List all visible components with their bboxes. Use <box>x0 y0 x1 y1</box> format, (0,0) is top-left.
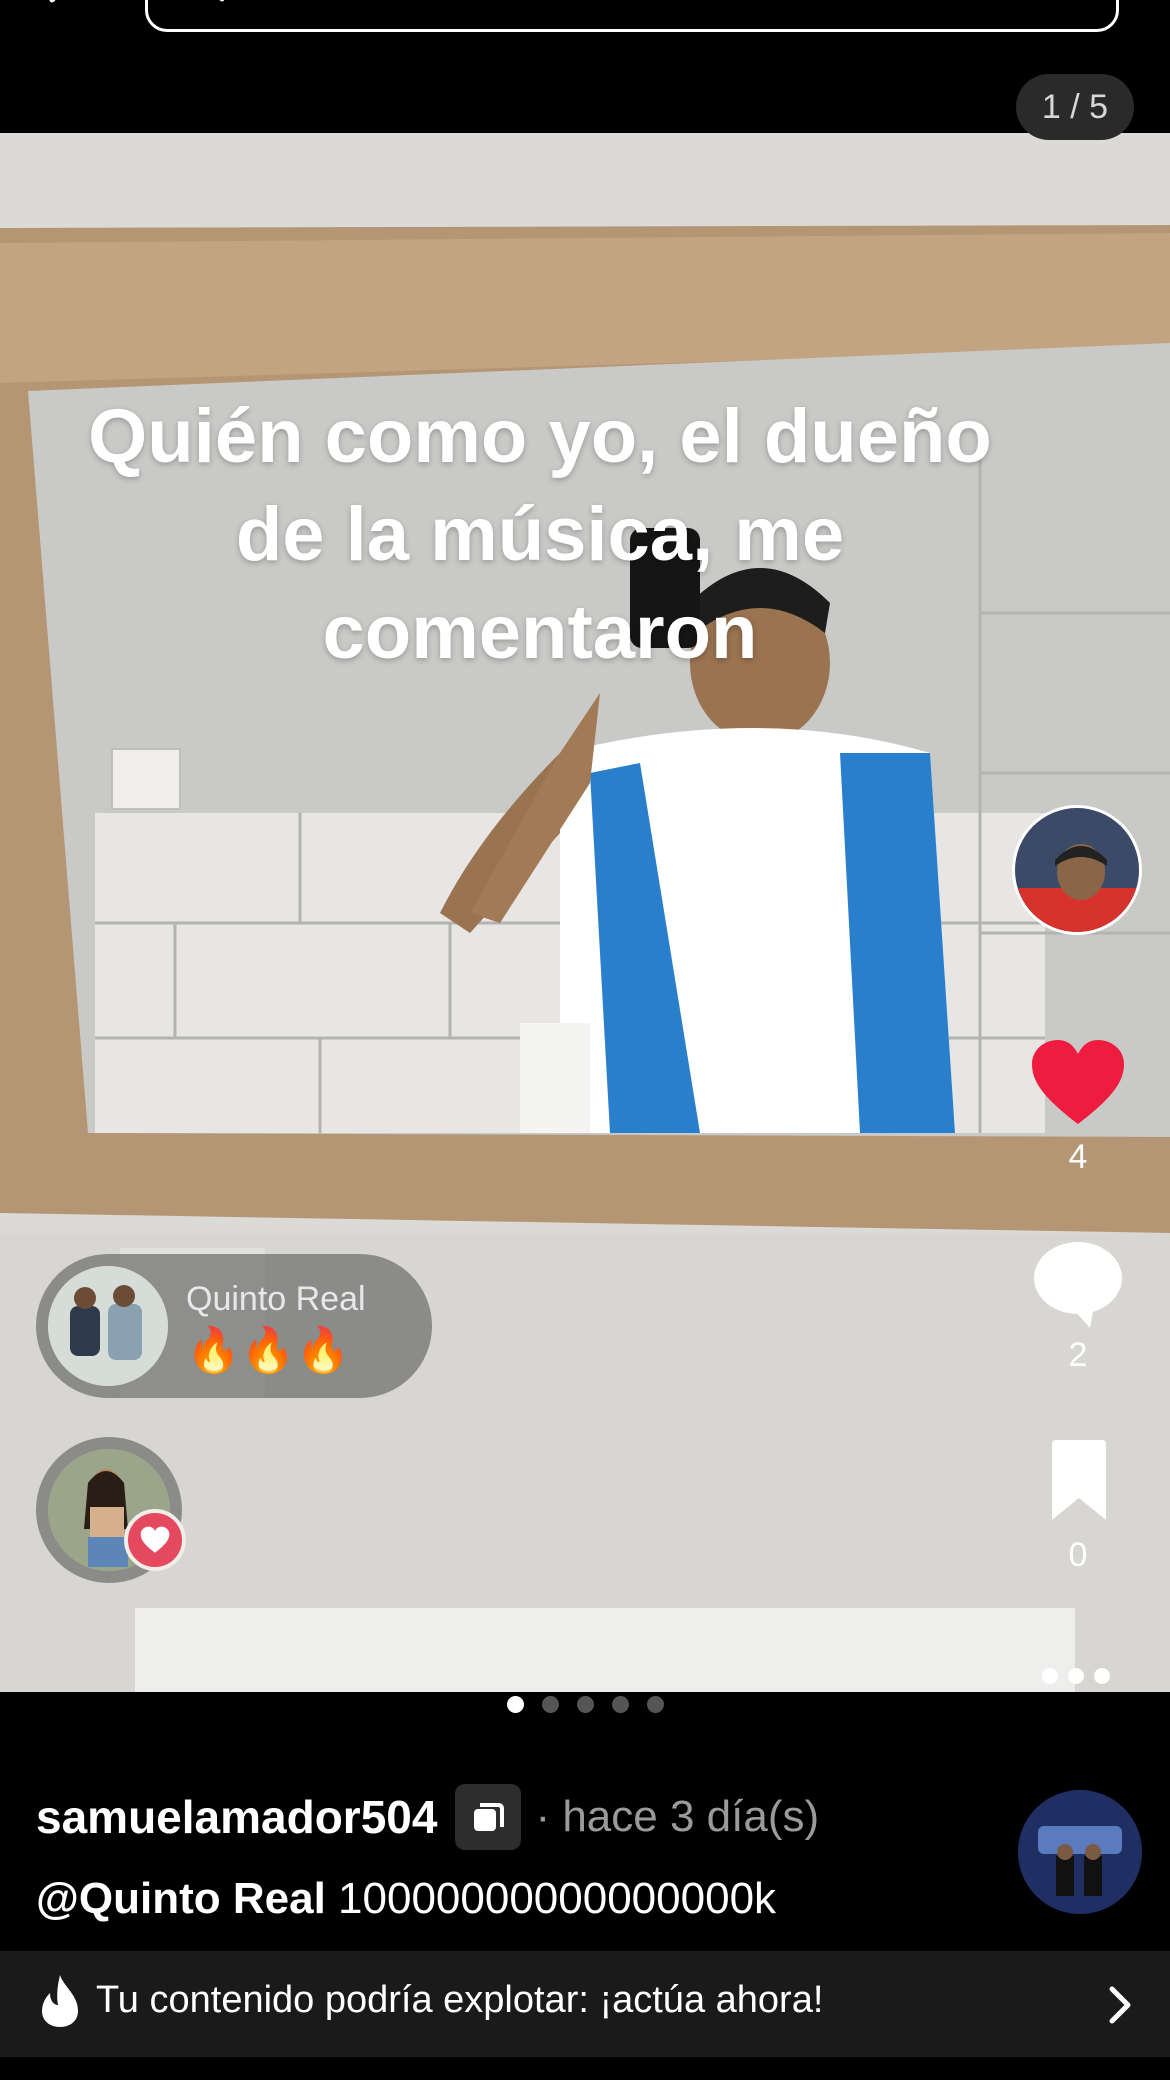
post-photo[interactable] <box>0 133 1170 1692</box>
pagination-dot[interactable] <box>541 1696 559 1713</box>
like-count: 4 <box>1068 1138 1088 1176</box>
creator-avatar[interactable] <box>1012 805 1142 935</box>
caption-line: comentaron <box>322 590 758 675</box>
bookmark-icon[interactable] <box>1046 1440 1112 1524</box>
promo-banner[interactable]: Tu contenido podría explotar: ¡actúa aho… <box>0 1951 1170 2057</box>
post-description: @Quinto Real 10000000000000000k <box>36 1874 776 1924</box>
liker-avatar-bubble[interactable] <box>36 1437 186 1583</box>
chevron-right-icon <box>1109 1986 1131 2024</box>
search-icon <box>219 0 225 2</box>
comment-count: 2 <box>1068 1336 1088 1374</box>
repost-icon <box>455 1784 522 1850</box>
carousel-pagination <box>0 1696 1170 1718</box>
back-icon[interactable] <box>38 0 78 20</box>
flame-icon <box>42 1975 78 2027</box>
page-counter: 1 / 5 <box>1016 74 1134 140</box>
more-options-icon[interactable] <box>1042 1668 1120 1689</box>
pagination-dot[interactable] <box>506 1696 524 1713</box>
search-input[interactable] <box>145 0 1119 32</box>
pagination-dot[interactable] <box>576 1696 594 1713</box>
mention-link[interactable]: @Quinto Real <box>36 1874 326 1923</box>
music-cover-thumbnail <box>48 1266 168 1386</box>
username[interactable]: samuelamador504 <box>36 1790 437 1844</box>
comment-icon[interactable] <box>1032 1238 1124 1330</box>
music-disc-icon[interactable] <box>1018 1790 1142 1914</box>
post-timestamp: · hace 3 día(s) <box>535 1792 820 1841</box>
caption-overlay: Quién como yo, el dueño de la música, me… <box>40 388 1040 682</box>
heart-icon[interactable] <box>1030 1038 1126 1128</box>
author-row: samuelamador504 · hace 3 día(s) <box>36 1782 819 1852</box>
fire-emojis: 🔥🔥🔥 <box>186 1326 351 1375</box>
caption-line: Quién como yo, el dueño <box>88 394 992 479</box>
liker-heart-icon <box>124 1509 186 1571</box>
music-pill[interactable]: Quinto Real 🔥🔥🔥 <box>36 1254 432 1398</box>
caption-line: de la música, me <box>235 492 845 577</box>
music-title: Quinto Real <box>186 1280 366 1318</box>
promo-text: Tu contenido podría explotar: ¡actúa aho… <box>96 1979 824 2021</box>
pagination-dot[interactable] <box>646 1696 664 1713</box>
bathroom-mirror-selfie-image <box>0 133 1170 1692</box>
description-text: 10000000000000000k <box>325 1874 777 1923</box>
bookmark-count: 0 <box>1068 1536 1088 1574</box>
pagination-dot[interactable] <box>611 1696 629 1713</box>
creator-avatar-image <box>1015 808 1139 932</box>
